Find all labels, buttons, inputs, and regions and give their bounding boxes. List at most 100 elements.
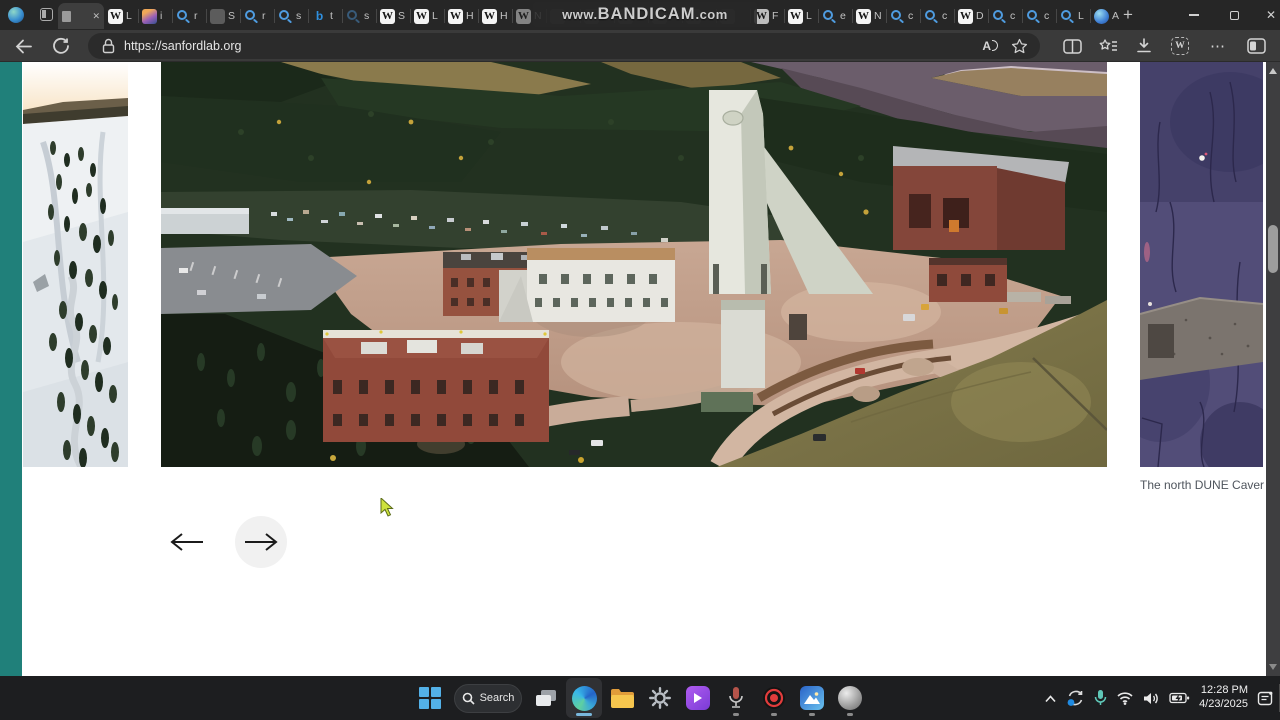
tab-title: H <box>500 10 508 22</box>
microphone-app-icon <box>729 687 743 708</box>
taskbar-app-settings[interactable] <box>642 678 678 718</box>
scrollbar-thumb[interactable] <box>1268 225 1278 273</box>
start-button[interactable] <box>412 678 448 718</box>
gear-icon <box>649 687 671 709</box>
browser-tab[interactable]: H <box>478 3 512 29</box>
browser-tab[interactable]: s <box>342 3 376 29</box>
taskbar-app-file-explorer[interactable] <box>604 678 640 718</box>
split-screen-icon[interactable] <box>1060 35 1084 57</box>
browser-tab[interactable]: i <box>138 3 172 29</box>
left-arrow-icon <box>170 533 203 551</box>
downloads-icon[interactable] <box>1132 35 1156 57</box>
carousel-next-button[interactable] <box>235 516 287 568</box>
tab-title: c <box>1044 10 1050 22</box>
browser-tab[interactable]: r <box>240 3 274 29</box>
file-explorer-icon <box>610 688 634 708</box>
microphone-tray-icon[interactable] <box>1094 689 1107 707</box>
browser-tab[interactable]: L <box>410 3 444 29</box>
browser-tab[interactable]: ✕ <box>58 3 104 29</box>
browser-tab[interactable]: r <box>172 3 206 29</box>
tab-title: c <box>1010 10 1016 22</box>
record-icon <box>763 687 785 709</box>
browser-tab[interactable]: S <box>376 3 410 29</box>
tab-title: H <box>466 10 474 22</box>
address-bar[interactable]: https://sanfordlab.org A <box>88 33 1040 59</box>
task-view-button[interactable] <box>528 678 564 718</box>
favorite-star-icon[interactable] <box>1011 38 1028 55</box>
taskbar-app-edge[interactable] <box>566 678 602 718</box>
window-close-button[interactable]: ✕ <box>1251 0 1280 30</box>
brick-building-lower-left <box>323 330 549 442</box>
clipchamp-icon <box>686 686 710 710</box>
watermark-name: BANDICAM <box>597 5 696 23</box>
browser-toolbar: https://sanfordlab.org A W ⋯ <box>0 30 1280 62</box>
tab-close-icon[interactable]: ✕ <box>92 11 100 22</box>
scrollbar-up-arrow-icon[interactable] <box>1269 68 1277 74</box>
browser-tab[interactable]: c <box>920 3 954 29</box>
system-tray: 12:28 PM 4/23/2025 <box>1044 676 1274 720</box>
tab-title: N <box>874 10 882 22</box>
taskbar-app-photos[interactable] <box>794 678 830 718</box>
globe-app-icon <box>838 686 862 710</box>
window-restore-button[interactable] <box>1214 0 1254 30</box>
url-text[interactable]: https://sanfordlab.org <box>124 39 982 53</box>
volume-icon[interactable] <box>1143 691 1160 706</box>
tab-title: L <box>432 10 438 22</box>
browser-tab[interactable]: D <box>954 3 988 29</box>
watermark-prefix: www. <box>562 7 598 22</box>
page-scrollbar[interactable] <box>1266 62 1280 676</box>
tab-title: L <box>126 10 132 22</box>
hidden-icons-chevron[interactable] <box>1044 694 1057 703</box>
taskbar-search[interactable]: Search <box>454 683 522 713</box>
onedrive-sync-icon[interactable] <box>1066 689 1085 707</box>
taskbar-app-voice-recorder[interactable] <box>718 678 754 718</box>
notifications-icon[interactable] <box>1257 690 1274 707</box>
read-aloud-icon[interactable]: A <box>982 39 998 53</box>
tab-favicon <box>890 9 905 24</box>
browser-tab[interactable]: e <box>818 3 852 29</box>
tab-favicon <box>108 8 123 24</box>
taskbar-clock[interactable]: 12:28 PM 4/23/2025 <box>1199 684 1248 712</box>
tab-title: r <box>262 10 266 22</box>
new-tab-button[interactable]: + <box>1116 3 1140 27</box>
lock-icon[interactable] <box>102 38 115 54</box>
extension-icon[interactable]: W <box>1168 35 1192 57</box>
tab-favicon <box>482 8 497 24</box>
sidebar-panel-icon[interactable] <box>1244 35 1268 57</box>
back-button[interactable] <box>12 35 34 57</box>
wifi-icon[interactable] <box>1116 691 1134 705</box>
desktop-screen: ✕ L i r <box>0 0 1280 720</box>
browser-tab[interactable]: S <box>206 3 240 29</box>
tab-favicon <box>856 8 871 24</box>
browser-tab[interactable]: L <box>784 3 818 29</box>
tab-favicon <box>244 9 259 24</box>
search-icon <box>462 692 475 705</box>
browser-tab[interactable]: c <box>988 3 1022 29</box>
watermark-suffix: .com <box>695 7 728 22</box>
settings-more-icon[interactable]: ⋯ <box>1206 35 1230 57</box>
tab-favicon <box>516 8 531 24</box>
browser-tab[interactable]: H <box>444 3 478 29</box>
browser-tab[interactable]: c <box>1022 3 1056 29</box>
browser-tab[interactable]: c <box>886 3 920 29</box>
taskbar-app-clipchamp[interactable] <box>680 678 716 718</box>
refresh-button[interactable] <box>50 35 72 57</box>
browser-tab[interactable]: L <box>1056 3 1090 29</box>
tab-favicon <box>312 9 327 24</box>
browser-tab[interactable]: L <box>104 3 138 29</box>
battery-icon[interactable] <box>1169 692 1190 704</box>
browser-tab[interactable]: N <box>852 3 886 29</box>
tab-title: L <box>806 10 812 22</box>
taskbar-app-globe[interactable] <box>832 678 868 718</box>
tab-favicon <box>924 9 939 24</box>
carousel-prev-button[interactable] <box>169 532 205 552</box>
scrollbar-down-arrow-icon[interactable] <box>1269 664 1277 670</box>
taskbar-app-bandicam[interactable] <box>756 678 792 718</box>
collections-icon[interactable] <box>1096 35 1120 57</box>
brick-gatehouse <box>929 258 1007 302</box>
webpage-viewport: The north DUNE Cavern. DEEP IMPACTS <box>0 62 1280 676</box>
window-minimize-button[interactable] <box>1174 0 1214 30</box>
tab-actions-menu-icon[interactable] <box>40 8 53 21</box>
browser-tab[interactable]: t <box>308 3 342 29</box>
browser-tab[interactable]: s <box>274 3 308 29</box>
